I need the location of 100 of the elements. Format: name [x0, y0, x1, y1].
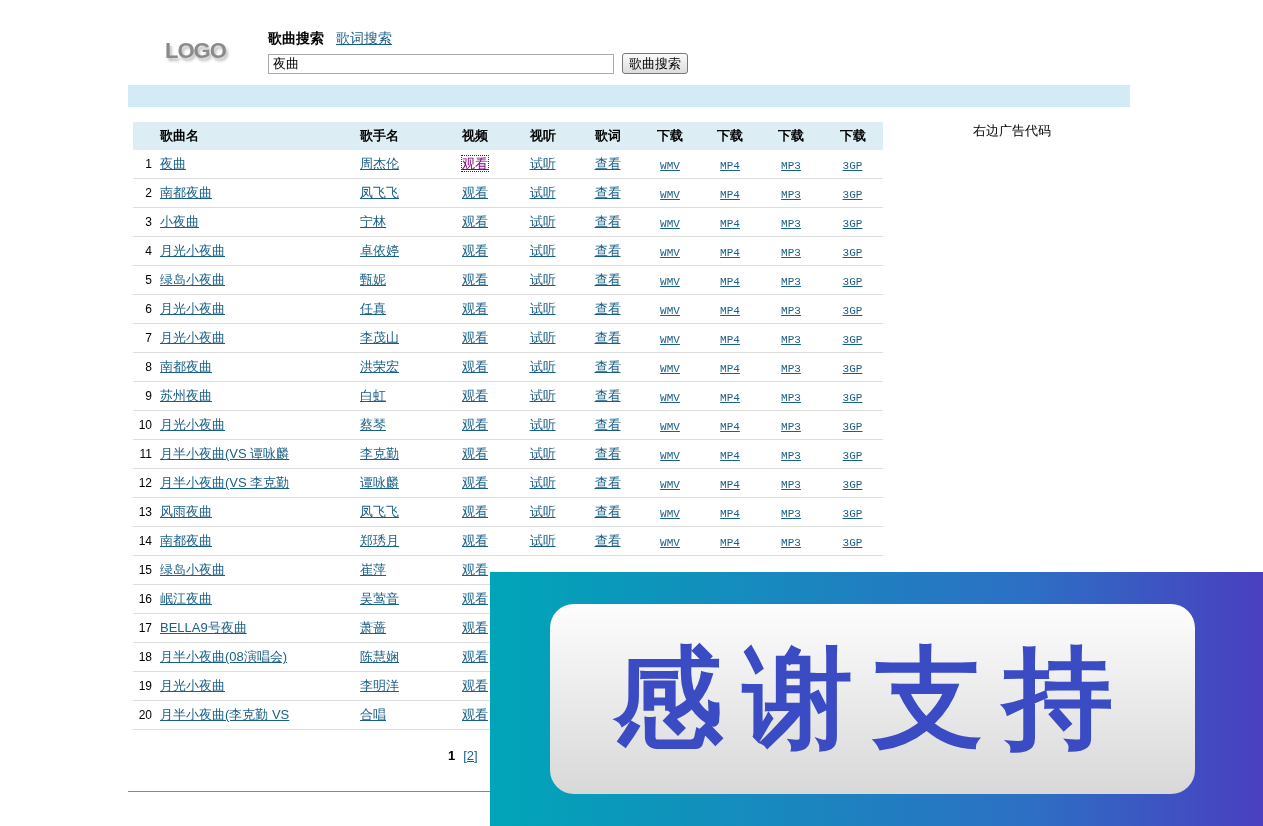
- table-link[interactable]: 查看: [594, 185, 621, 200]
- singer-link[interactable]: 任真: [360, 301, 386, 316]
- table-link[interactable]: 观看: [462, 388, 488, 403]
- singer-link[interactable]: 萧蔷: [360, 620, 386, 635]
- table-link[interactable]: WMV: [660, 333, 680, 346]
- singer-link[interactable]: 谭咏麟: [360, 475, 399, 490]
- table-link[interactable]: 观看: [462, 591, 488, 606]
- song-link[interactable]: 绿岛小夜曲: [160, 272, 225, 287]
- table-link[interactable]: MP3: [781, 478, 801, 491]
- table-link[interactable]: 观看: [462, 301, 488, 316]
- table-link[interactable]: MP4: [720, 362, 740, 375]
- table-link[interactable]: 试听: [529, 475, 556, 490]
- table-link[interactable]: MP4: [720, 246, 740, 259]
- table-link[interactable]: MP3: [781, 536, 801, 549]
- singer-link[interactable]: 洪荣宏: [360, 359, 399, 374]
- table-link[interactable]: 试听: [529, 214, 556, 229]
- song-link[interactable]: 月光小夜曲: [160, 243, 225, 258]
- table-link[interactable]: MP4: [720, 536, 740, 549]
- song-link[interactable]: 风雨夜曲: [160, 504, 212, 519]
- table-link[interactable]: MP4: [720, 333, 740, 346]
- table-link[interactable]: MP4: [720, 391, 740, 404]
- table-link[interactable]: WMV: [660, 478, 680, 491]
- table-link[interactable]: 观看: [462, 446, 488, 461]
- table-link[interactable]: 查看: [594, 504, 621, 519]
- table-link[interactable]: WMV: [660, 217, 680, 230]
- table-link[interactable]: 观看: [462, 359, 488, 374]
- song-link[interactable]: 月光小夜曲: [160, 417, 225, 432]
- table-link[interactable]: WMV: [660, 391, 680, 404]
- song-link[interactable]: 月半小夜曲(VS 李克勤: [160, 475, 290, 490]
- search-tab[interactable]: 歌词搜索: [336, 30, 392, 48]
- table-link[interactable]: 观看: [462, 214, 488, 229]
- table-link[interactable]: MP4: [720, 275, 740, 288]
- table-link[interactable]: WMV: [660, 246, 680, 259]
- singer-link[interactable]: 卓依婷: [360, 243, 399, 258]
- table-link[interactable]: 观看: [462, 707, 488, 722]
- table-link[interactable]: 观看: [462, 649, 488, 664]
- singer-link[interactable]: 李明洋: [360, 678, 399, 693]
- table-link[interactable]: WMV: [660, 507, 680, 520]
- table-link[interactable]: MP3: [781, 304, 801, 317]
- table-link[interactable]: WMV: [660, 188, 680, 201]
- singer-link[interactable]: 白虹: [360, 388, 386, 403]
- table-link[interactable]: 试听: [529, 185, 556, 200]
- table-link[interactable]: 观看: [462, 475, 488, 490]
- table-link[interactable]: 试听: [529, 330, 556, 345]
- table-link[interactable]: 3GP: [842, 420, 863, 433]
- table-link[interactable]: 查看: [594, 243, 621, 258]
- table-link[interactable]: 查看: [594, 156, 621, 171]
- search-tab[interactable]: 歌曲搜索: [268, 30, 324, 48]
- page-link[interactable]: 1: [448, 748, 456, 763]
- table-link[interactable]: 3GP: [842, 449, 863, 462]
- singer-link[interactable]: 周杰伦: [360, 156, 399, 171]
- singer-link[interactable]: 李克勤: [360, 446, 399, 461]
- table-link[interactable]: 3GP: [842, 159, 863, 172]
- table-link[interactable]: MP4: [720, 188, 740, 201]
- singer-link[interactable]: 郑琇月: [360, 533, 399, 548]
- song-link[interactable]: 南都夜曲: [160, 185, 212, 200]
- table-link[interactable]: 观看: [462, 678, 488, 693]
- table-link[interactable]: 3GP: [842, 246, 863, 259]
- table-link[interactable]: 3GP: [842, 304, 863, 317]
- table-link[interactable]: 查看: [594, 301, 621, 316]
- table-link[interactable]: 查看: [594, 417, 621, 432]
- singer-link[interactable]: 宁林: [360, 214, 386, 229]
- table-link[interactable]: 试听: [529, 301, 556, 316]
- table-link[interactable]: 试听: [529, 533, 556, 548]
- table-link[interactable]: WMV: [660, 304, 680, 317]
- table-link[interactable]: 3GP: [842, 275, 863, 288]
- table-link[interactable]: 观看: [462, 272, 488, 287]
- table-link[interactable]: MP3: [781, 449, 801, 462]
- table-link[interactable]: MP4: [720, 449, 740, 462]
- song-link[interactable]: 苏州夜曲: [160, 388, 212, 403]
- song-link[interactable]: 月光小夜曲: [160, 301, 225, 316]
- singer-link[interactable]: 吴莺音: [360, 591, 399, 606]
- table-link[interactable]: 查看: [594, 272, 621, 287]
- table-link[interactable]: MP3: [781, 275, 801, 288]
- table-link[interactable]: 3GP: [842, 333, 863, 346]
- song-link[interactable]: BELLA9号夜曲: [160, 620, 247, 635]
- table-link[interactable]: 试听: [529, 272, 556, 287]
- table-link[interactable]: 试听: [529, 156, 556, 171]
- table-link[interactable]: 查看: [594, 330, 621, 345]
- table-link[interactable]: WMV: [660, 159, 680, 172]
- table-link[interactable]: 查看: [594, 446, 621, 461]
- search-button[interactable]: 歌曲搜索: [622, 53, 688, 74]
- table-link[interactable]: 观看: [462, 562, 488, 577]
- table-link[interactable]: 3GP: [842, 478, 863, 491]
- song-link[interactable]: 南都夜曲: [160, 533, 212, 548]
- table-link[interactable]: MP3: [781, 507, 801, 520]
- table-link[interactable]: 查看: [594, 214, 621, 229]
- table-link[interactable]: MP4: [720, 507, 740, 520]
- table-link[interactable]: MP3: [781, 333, 801, 346]
- table-link[interactable]: 3GP: [842, 188, 863, 201]
- table-link[interactable]: 观看: [462, 185, 488, 200]
- song-link[interactable]: 绿岛小夜曲: [160, 562, 225, 577]
- table-link[interactable]: WMV: [660, 362, 680, 375]
- singer-link[interactable]: 李茂山: [360, 330, 399, 345]
- song-link[interactable]: 月半小夜曲(08演唱会): [160, 649, 288, 664]
- table-link[interactable]: 观看: [462, 243, 488, 258]
- table-link[interactable]: WMV: [660, 420, 680, 433]
- singer-link[interactable]: 合唱: [360, 707, 386, 722]
- table-link[interactable]: 观看: [462, 533, 488, 548]
- table-link[interactable]: 查看: [594, 533, 621, 548]
